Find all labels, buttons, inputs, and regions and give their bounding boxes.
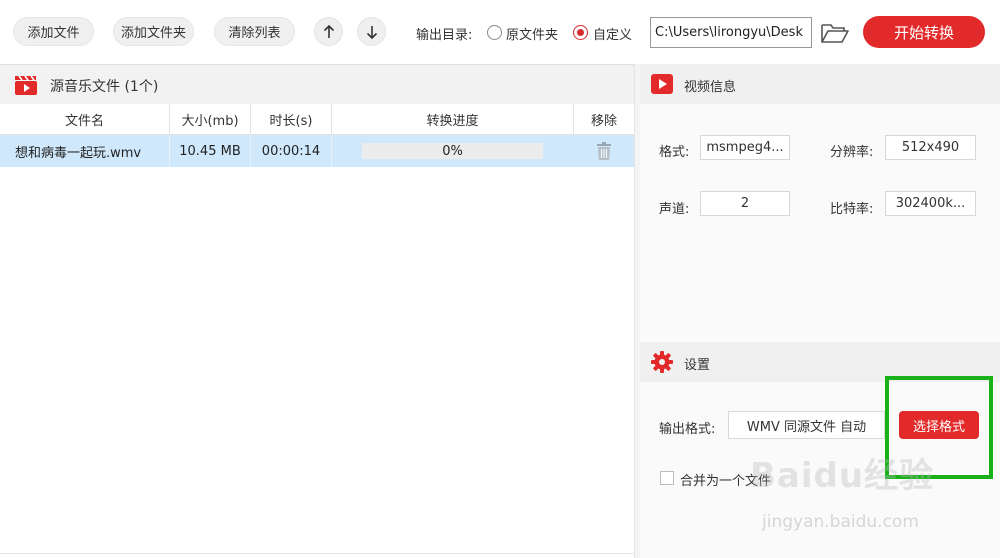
gear-icon	[651, 351, 673, 373]
output-format-label: 输出格式:	[659, 422, 716, 437]
output-path-input[interactable]: C:\Users\lirongyu\Desk	[650, 17, 812, 48]
output-format-value[interactable]: WMV 同源文件 自动	[728, 411, 885, 439]
settings-title: 设置	[684, 358, 711, 373]
folder-open-icon[interactable]	[820, 20, 850, 46]
progress-bar: 0%	[362, 143, 543, 159]
bitrate-value: 302400k...	[885, 191, 976, 216]
file-table-header: 文件名 大小(mb) 时长(s) 转换进度 移除	[0, 104, 634, 135]
bottom-divider	[0, 553, 634, 554]
add-file-button[interactable]: 添加文件	[13, 17, 94, 46]
trash-icon[interactable]	[594, 141, 614, 161]
bitrate-label: 比特率:	[830, 202, 874, 217]
resolution-label: 分辨率:	[830, 145, 874, 160]
video-clapper-icon	[15, 75, 37, 95]
table-row[interactable]: 想和病毒一起玩.wmv 10.45 MB 00:00:14 0%	[0, 135, 634, 167]
file-duration-cell: 00:00:14	[251, 135, 332, 167]
radio-source-folder[interactable]	[487, 25, 502, 40]
channels-label: 声道:	[659, 202, 690, 217]
progress-text: 0%	[442, 143, 463, 159]
channels-value: 2	[700, 191, 790, 216]
start-convert-button[interactable]: 开始转换	[863, 16, 985, 48]
play-video-icon	[651, 74, 673, 94]
file-panel-title: 源音乐文件 (1个)	[50, 79, 159, 95]
toolbar: 添加文件 添加文件夹 清除列表 输出目录: 原文件夹 自定义 C:\Users\…	[0, 0, 1000, 64]
radio-custom-label[interactable]: 自定义	[593, 24, 632, 43]
column-header-remove[interactable]: 移除	[574, 104, 634, 135]
format-label: 格式:	[659, 145, 690, 160]
file-name-cell: 想和病毒一起玩.wmv	[0, 135, 170, 167]
move-up-button[interactable]	[314, 17, 343, 46]
resolution-value: 512x490	[885, 135, 976, 160]
select-format-button[interactable]: 选择格式	[899, 411, 979, 439]
column-header-duration[interactable]: 时长(s)	[251, 104, 332, 135]
column-header-progress[interactable]: 转换进度	[332, 104, 574, 135]
baidu-watermark-url: jingyan.baidu.com	[762, 512, 919, 532]
format-value: msmpeg4...	[700, 135, 790, 160]
column-header-size[interactable]: 大小(mb)	[170, 104, 251, 135]
output-dir-label: 输出目录:	[416, 28, 473, 43]
merge-checkbox[interactable]	[660, 471, 674, 485]
arrow-down-icon	[366, 25, 377, 39]
video-info-title: 视频信息	[684, 80, 737, 95]
settings-header: 设置	[640, 342, 1000, 382]
column-header-filename[interactable]: 文件名	[0, 104, 170, 135]
video-info-header: 视频信息	[640, 64, 1000, 104]
add-folder-button[interactable]: 添加文件夹	[113, 17, 194, 46]
file-size-cell: 10.45 MB	[170, 135, 251, 167]
baidu-watermark: Baidu经验	[750, 456, 935, 496]
clear-list-button[interactable]: 清除列表	[214, 17, 295, 46]
arrow-up-icon	[323, 24, 334, 38]
radio-source-folder-label[interactable]: 原文件夹	[506, 24, 558, 43]
file-panel-header: 源音乐文件 (1个)	[0, 64, 634, 104]
radio-custom[interactable]	[573, 25, 588, 40]
move-down-button[interactable]	[357, 17, 386, 46]
